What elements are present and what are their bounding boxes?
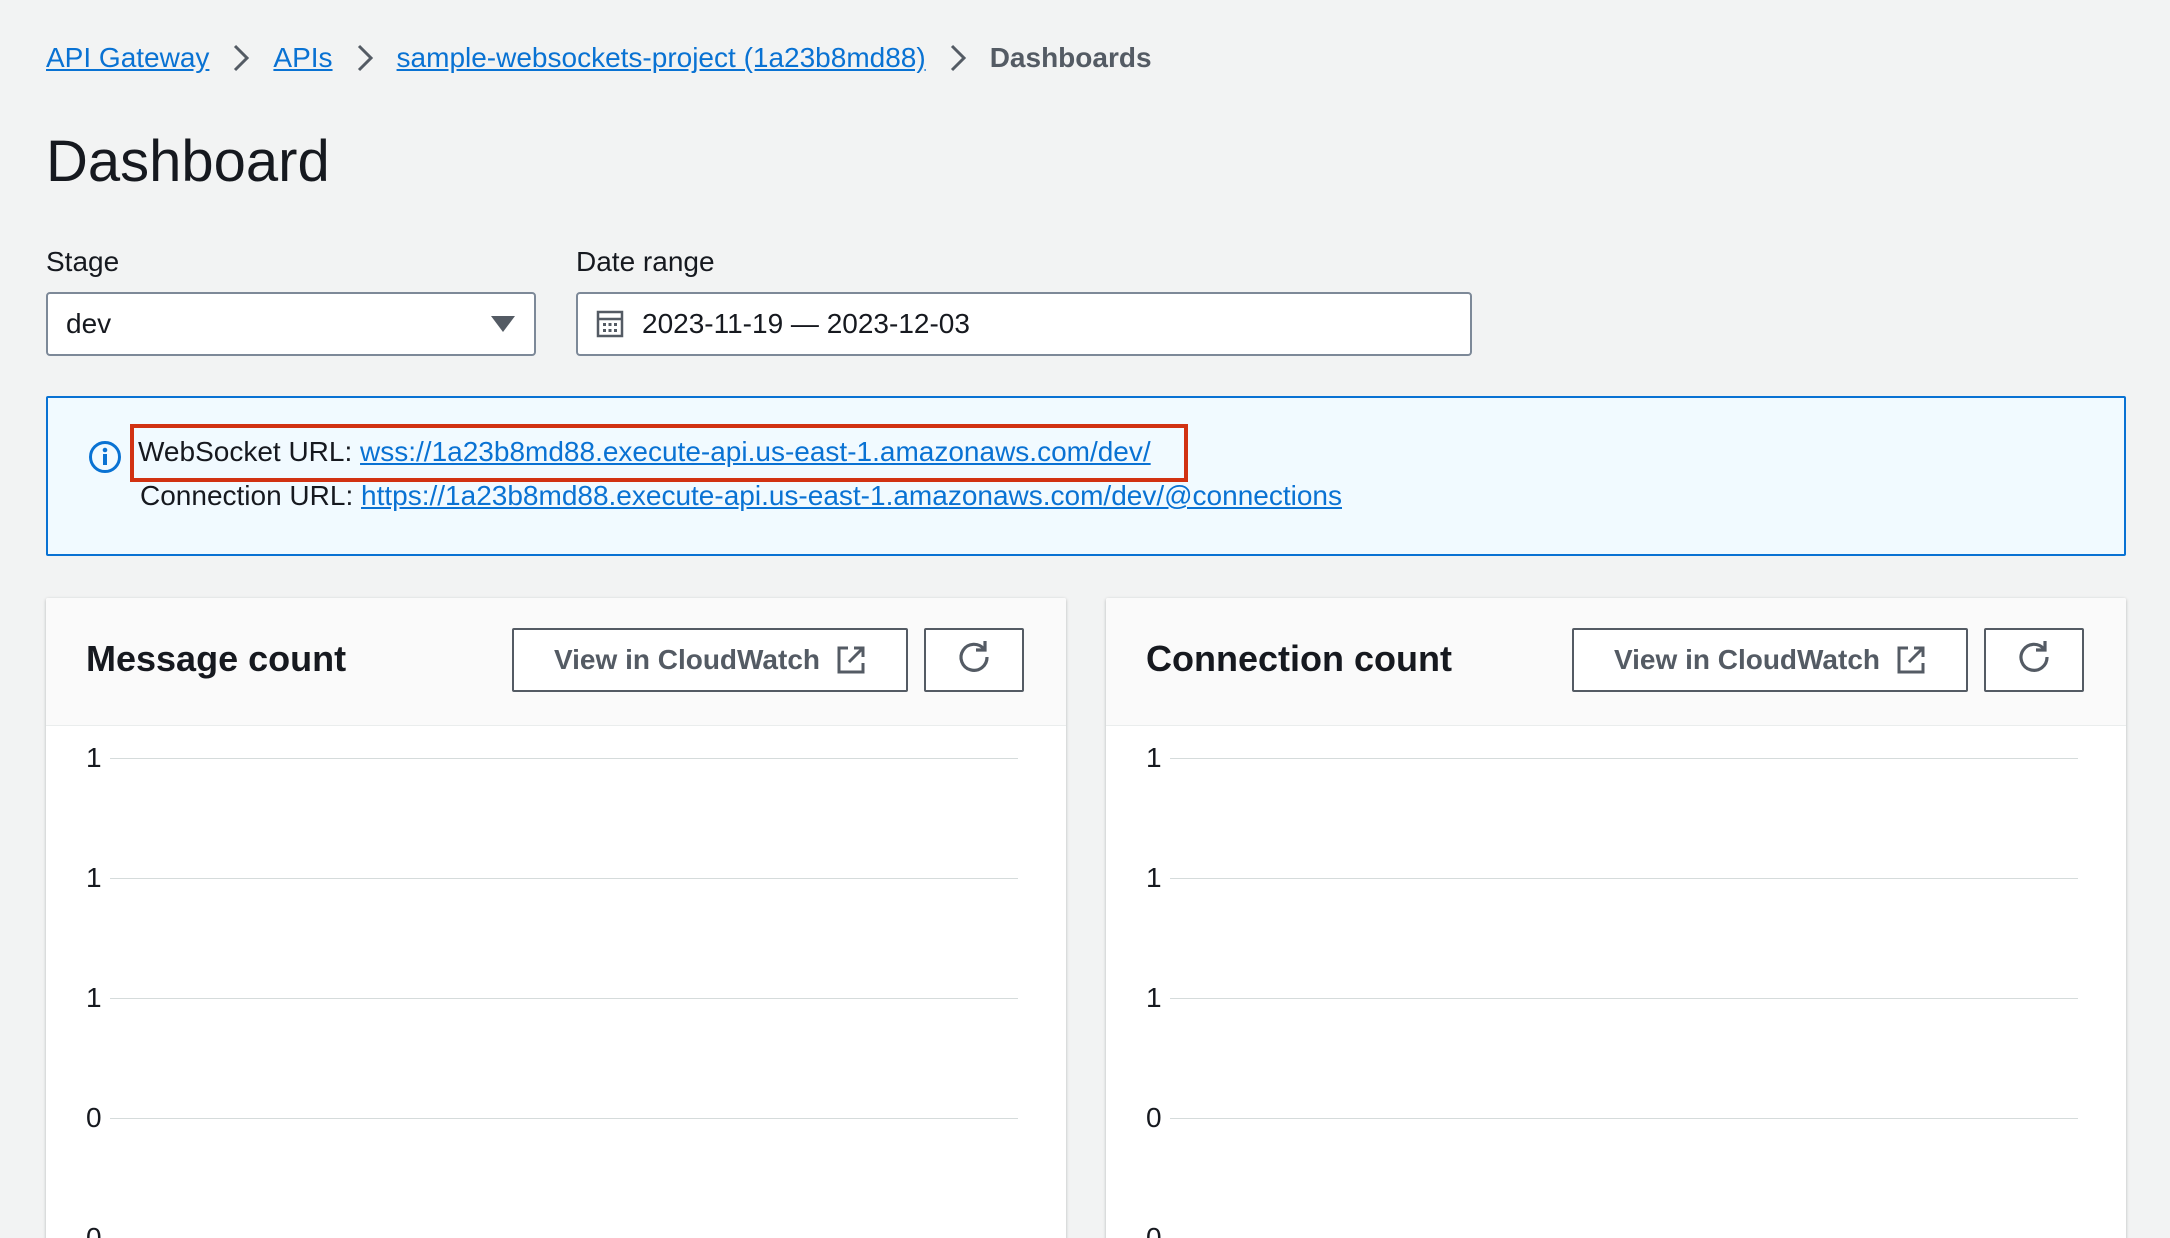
gridline [110,998,1018,999]
gridline [1170,758,2078,759]
stage-select[interactable]: dev [46,292,536,356]
info-icon [88,440,122,479]
breadcrumb: API Gateway APIs sample-websockets-proje… [46,38,1152,78]
y-tick-label: 0 [1146,1222,1162,1238]
button-label: View in CloudWatch [1613,644,1880,675]
view-in-cloudwatch-button[interactable]: View in CloudWatch [1572,628,1968,692]
button-label: View in CloudWatch [553,644,820,675]
external-link-icon [836,645,866,675]
chevron-right-icon [209,43,273,73]
external-link-icon [1896,645,1926,675]
gridline [1170,878,2078,879]
breadcrumb-current: Dashboards [989,42,1152,73]
date-range-label: Date range [576,246,715,277]
card-header: Connection count View in CloudWatch [1106,598,2126,726]
card-title: Message count [86,638,347,679]
caret-down-icon [490,308,516,340]
view-in-cloudwatch-button[interactable]: View in CloudWatch [512,628,908,692]
refresh-button[interactable] [924,628,1024,692]
breadcrumb-api-gateway[interactable]: API Gateway [46,42,209,74]
breadcrumb-project[interactable]: sample-websockets-project (1a23b8md88) [397,42,926,74]
y-tick-label: 0 [86,1222,102,1238]
websocket-url-link[interactable]: wss://1a23b8md88.execute-api.us-east-1.a… [360,436,1151,467]
gridline [1170,1118,2078,1119]
gridline [110,1118,1018,1119]
refresh-button[interactable] [1984,628,2084,692]
gridline [1170,998,2078,999]
card-header: Message count View in CloudWatch [46,598,1066,726]
connection-count-chart: 1 1 1 0 0 [1106,726,2126,1238]
refresh-icon [956,639,992,682]
connection-count-card: Connection count View in CloudWatch 1 1 … [1106,598,2126,1238]
date-range-value: 2023-11-19 — 2023-12-03 [642,308,970,339]
connection-url-link[interactable]: https://1a23b8md88.execute-api.us-east-1… [361,480,1342,511]
websocket-url-line: WebSocket URL: wss://1a23b8md88.execute-… [138,436,1151,468]
stage-value: dev [66,308,112,339]
gridline [110,758,1018,759]
chevron-right-icon [926,43,990,73]
api-gateway-dashboard: API Gateway APIs sample-websockets-proje… [0,0,2170,1238]
info-alert: WebSocket URL: wss://1a23b8md88.execute-… [46,396,2126,556]
card-title: Connection count [1146,638,1452,679]
page-title: Dashboard [46,129,330,194]
connection-url-line: Connection URL: https://1a23b8md88.execu… [140,480,1342,512]
websocket-url-label: WebSocket URL: [138,436,353,467]
connection-url-label: Connection URL: [140,480,354,511]
breadcrumb-apis[interactable]: APIs [273,42,332,74]
date-range-picker[interactable]: 2023-11-19 — 2023-12-03 [576,292,1472,356]
calendar-icon [596,310,624,338]
chevron-right-icon [333,43,397,73]
stage-label: Stage [46,246,120,277]
message-count-chart: 1 1 1 0 0 [46,726,1066,1238]
refresh-icon [2016,639,2052,682]
message-count-card: Message count View in CloudWatch 1 1 1 0… [46,598,1066,1238]
gridline [110,878,1018,879]
